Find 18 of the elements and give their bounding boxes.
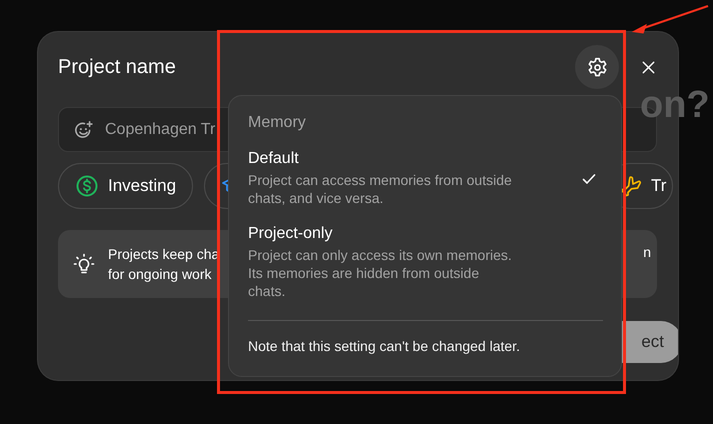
option-title: Project-only <box>248 225 334 243</box>
menu-option[interactable]: Project-only Project can only access its own memories. Its memories are hidden from outside chats. <box>248 225 603 300</box>
info-text: for ongoing work <box>108 265 212 284</box>
settings-icon <box>586 56 608 78</box>
close-icon[interactable] <box>641 60 656 74</box>
category-chip[interactable]: Investing <box>58 163 194 209</box>
menu-option[interactable]: Default Project can access memories from outside chats, and vice versa. <box>248 150 603 207</box>
settings-button[interactable] <box>575 45 619 89</box>
lightbulb-icon <box>72 252 96 276</box>
menu-heading: Memory <box>248 114 307 132</box>
background-heading: on? <box>640 84 710 127</box>
info-text: n <box>643 244 651 260</box>
menu-note: Note that this setting can't be changed later. <box>248 338 521 354</box>
option-description: Project can only access its own memories. Its memories are hidden from outside chats. <box>248 246 513 300</box>
option-title: Default <box>248 150 300 168</box>
option-description: Project can access memories from outside chats, and vice versa. <box>248 171 513 207</box>
dialog-title: Project name <box>58 56 177 78</box>
dollar-icon <box>75 174 99 198</box>
